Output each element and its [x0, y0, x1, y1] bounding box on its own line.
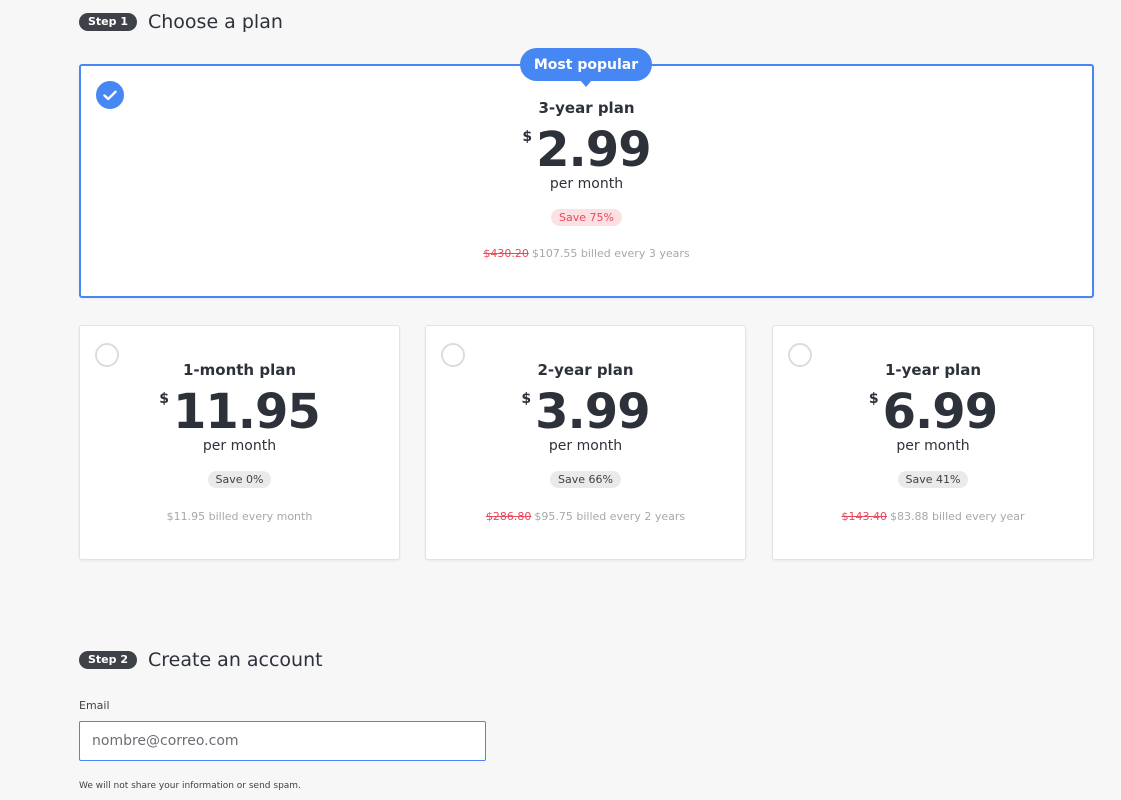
- billing-info: $11.95 billed every month: [80, 510, 399, 523]
- plan-card-1-month[interactable]: 1-month plan $ 11.95 per month Save 0% $…: [79, 325, 400, 560]
- most-popular-badge: Most popular: [520, 48, 652, 87]
- step1-header: Step 1 Choose a plan: [79, 11, 283, 33]
- plan-period: per month: [202, 438, 277, 454]
- plan-period: per month: [896, 438, 970, 454]
- billing-text: $107.55 billed every 3 years: [531, 247, 690, 260]
- plan-period: per month: [549, 176, 624, 192]
- plan-name: 2-year plan: [537, 361, 634, 379]
- step2-header: Step 2 Create an account: [79, 649, 323, 671]
- step1-title: Choose a plan: [148, 11, 283, 33]
- step2-badge: Step 2: [79, 651, 137, 669]
- billing-text: $95.75 billed every 2 years: [534, 510, 686, 523]
- save-badge: Save 75%: [551, 209, 622, 226]
- step1-badge: Step 1: [79, 13, 137, 31]
- plan-price: 3.99: [535, 384, 650, 440]
- save-badge: Save 66%: [550, 471, 621, 488]
- plan-name: 1-year plan: [884, 361, 982, 379]
- old-price: $430.20: [483, 247, 529, 260]
- old-price: $286.80: [485, 510, 532, 523]
- plan-period: per month: [548, 438, 623, 454]
- currency-symbol: $: [522, 129, 533, 145]
- billing-text: $11.95 billed every month: [166, 510, 313, 523]
- save-badge: Save 41%: [897, 471, 969, 488]
- plan-card-3-year[interactable]: 3-year plan $ 2.99 per month Save 75% $4…: [79, 64, 1094, 298]
- plan-name: 3-year plan: [538, 99, 635, 117]
- email-label: Email: [79, 699, 110, 712]
- plan-price: 11.95: [172, 384, 321, 440]
- currency-symbol: $: [868, 391, 879, 407]
- plan-card-2-year[interactable]: 2-year plan $ 3.99 per month Save 66% $2…: [425, 325, 746, 560]
- billing-text: $83.88 billed every year: [890, 510, 1025, 523]
- plan-name: 1-month plan: [182, 361, 297, 379]
- currency-symbol: $: [521, 391, 532, 407]
- email-input[interactable]: [79, 721, 486, 761]
- privacy-note: We will not share your information or se…: [79, 781, 301, 791]
- plan-price: 2.99: [536, 122, 651, 178]
- old-price: $143.40: [841, 510, 888, 523]
- step2-title: Create an account: [148, 649, 323, 671]
- plan-price: 6.99: [882, 384, 998, 440]
- billing-info: $430.20 $107.55 billed every 3 years: [81, 247, 1092, 260]
- save-badge: Save 0%: [207, 471, 272, 488]
- billing-info: $286.80 $95.75 billed every 2 years: [426, 510, 745, 523]
- billing-info: $143.40 $83.88 billed every year: [773, 510, 1093, 523]
- plan-card-1-year[interactable]: 1-year plan $ 6.99 per month Save 41% $1…: [772, 325, 1094, 560]
- currency-symbol: $: [159, 391, 169, 407]
